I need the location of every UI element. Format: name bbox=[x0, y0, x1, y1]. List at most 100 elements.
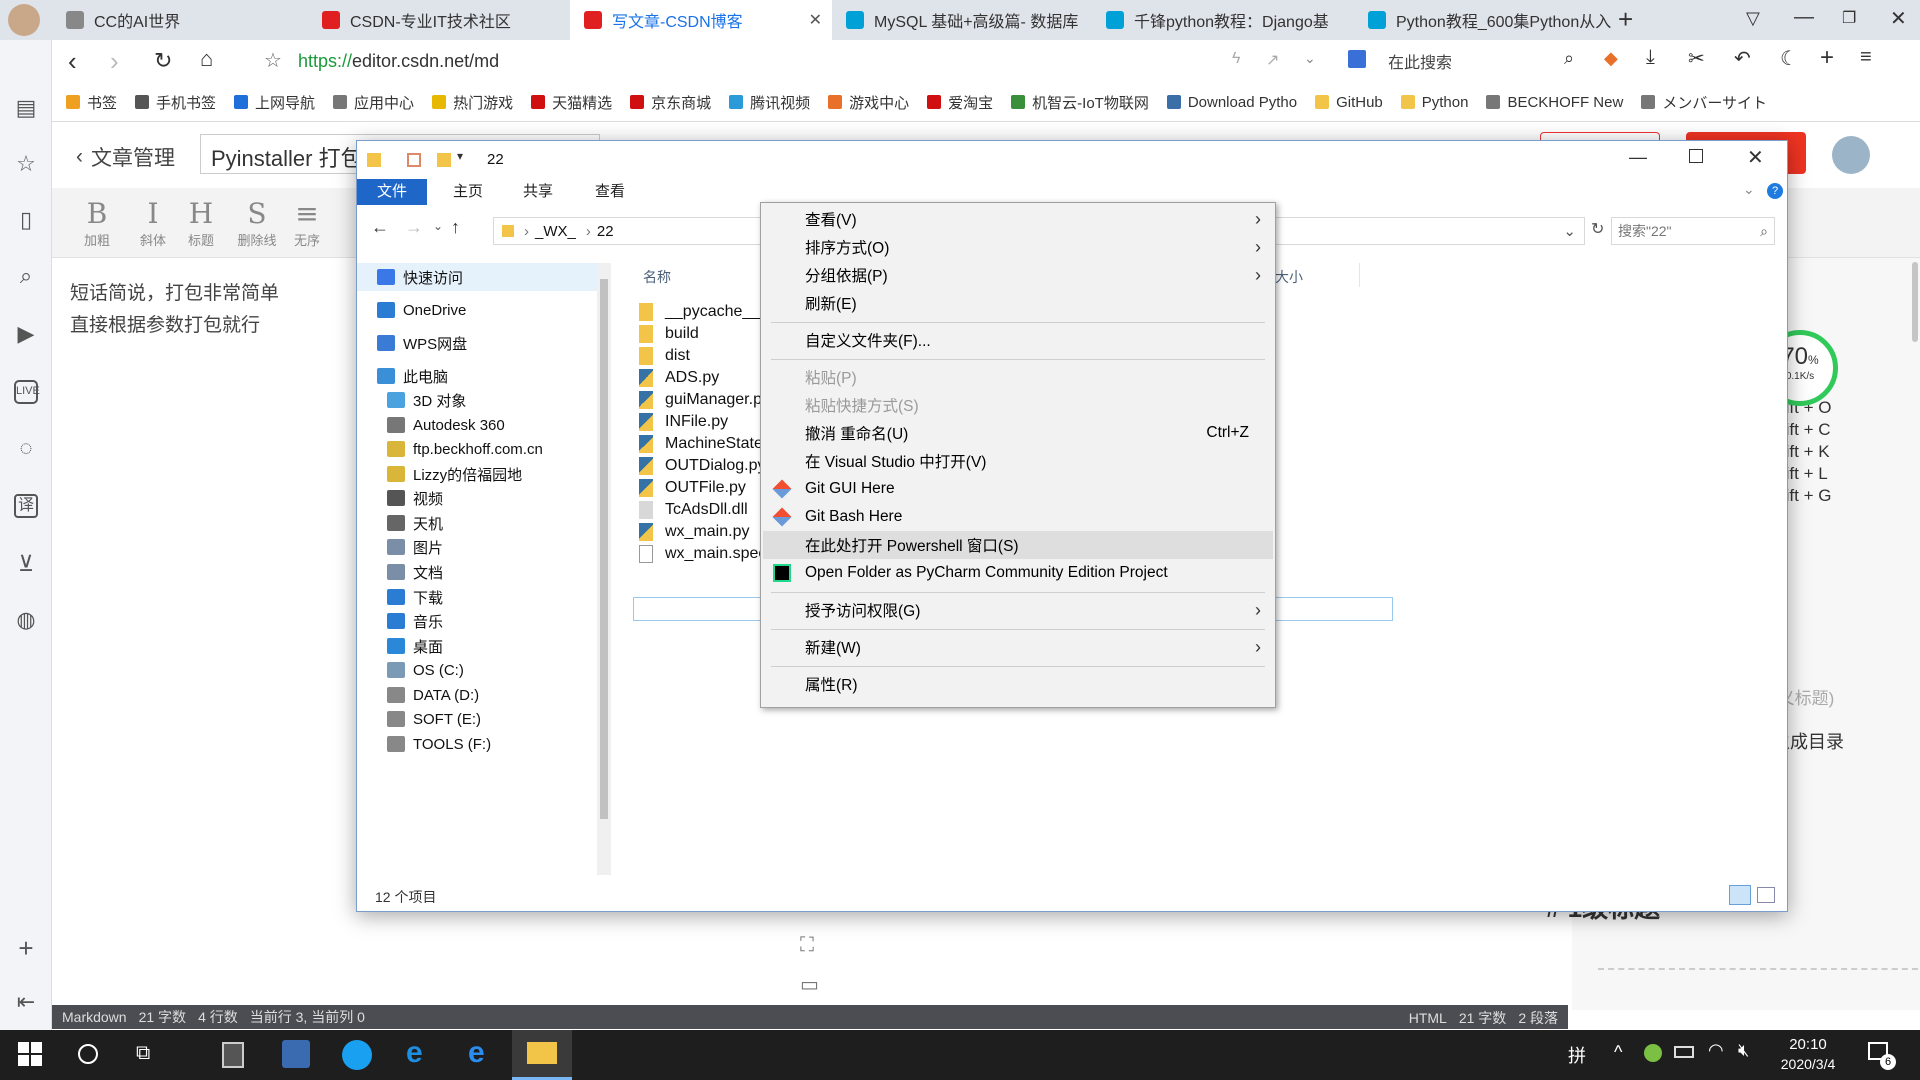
ime-icon[interactable]: 拼 bbox=[1568, 1042, 1586, 1068]
column-header-size[interactable]: 大小 bbox=[1275, 267, 1303, 287]
qq-browser-icon[interactable] bbox=[342, 1040, 372, 1070]
context-menu-item[interactable]: 刷新(E) bbox=[763, 289, 1273, 317]
bookmark-item[interactable]: Download Pytho bbox=[1166, 94, 1297, 111]
moon-icon[interactable]: ☾ bbox=[1780, 46, 1798, 71]
home-icon[interactable]: ⌂ bbox=[200, 46, 213, 72]
context-menu-item[interactable]: 在 Visual Studio 中打开(V) bbox=[763, 447, 1273, 475]
image-tool-icon[interactable]: ▭ bbox=[800, 972, 819, 997]
context-menu-item[interactable]: 新建(W) › bbox=[763, 633, 1273, 661]
column-header-name[interactable]: 名称 bbox=[643, 267, 671, 287]
help-icon[interactable]: ? bbox=[1767, 183, 1783, 199]
web-search-input[interactable]: 在此搜索 bbox=[1388, 49, 1452, 73]
bookmark-item[interactable]: 游戏中心 bbox=[828, 92, 909, 113]
start-icon[interactable] bbox=[18, 1042, 42, 1066]
tray-chevron-icon[interactable]: ^ bbox=[1614, 1042, 1622, 1063]
search-engine-icon[interactable] bbox=[1348, 50, 1366, 68]
context-menu-item[interactable]: Open Folder as PyCharm Community Edition… bbox=[763, 559, 1273, 587]
cortana-icon[interactable] bbox=[78, 1044, 98, 1064]
toolbar-button[interactable]: S 删除线 bbox=[232, 198, 282, 249]
browser-tab[interactable]: CSDN-专业IT技术社区 bbox=[308, 0, 570, 40]
nav-item[interactable]: SOFT (E:) bbox=[357, 705, 597, 733]
shirt-icon[interactable]: ▽ bbox=[1746, 8, 1760, 29]
large-icons-view-icon[interactable] bbox=[1757, 887, 1775, 903]
explorer-search-field[interactable]: 搜索"22" ⌕ bbox=[1611, 217, 1775, 245]
context-menu-item[interactable]: 自定义文件夹(F)... bbox=[763, 326, 1273, 354]
context-menu-item[interactable]: Git Bash Here bbox=[763, 503, 1273, 531]
context-menu-item[interactable]: 粘贴快捷方式(S) bbox=[763, 391, 1273, 419]
back-to-article-management[interactable]: ‹ 文章管理 bbox=[76, 142, 175, 172]
explorer-close-button[interactable]: ✕ bbox=[1747, 145, 1764, 170]
network-app-icon[interactable] bbox=[282, 1040, 310, 1068]
browser-tab[interactable]: CC的AI世界 bbox=[52, 0, 308, 40]
nav-item[interactable]: 音乐 bbox=[357, 607, 597, 635]
wifi-icon[interactable]: ◠ bbox=[1708, 1040, 1724, 1061]
reload-icon[interactable]: ↻ bbox=[154, 48, 172, 74]
explorer-forward-icon[interactable]: → bbox=[405, 217, 423, 238]
nav-scrollbar[interactable] bbox=[597, 263, 611, 875]
bookmark-item[interactable]: Python bbox=[1400, 94, 1468, 111]
quick-access-dropdown-icon[interactable]: ▾ bbox=[457, 149, 463, 163]
bookmark-item[interactable]: 热门游戏 bbox=[432, 92, 513, 113]
star-icon[interactable]: ☆ bbox=[14, 152, 38, 176]
nav-item[interactable]: WPS网盘 bbox=[357, 329, 597, 357]
details-view-icon[interactable] bbox=[1729, 885, 1751, 905]
bookmark-item[interactable]: BECKHOFF New bbox=[1486, 94, 1623, 111]
nav-item[interactable]: ftp.beckhoff.com.cn bbox=[357, 435, 597, 463]
ribbon-tab[interactable]: 共享 bbox=[507, 179, 569, 205]
reader-icon[interactable]: ▤ bbox=[14, 96, 38, 120]
search-icon[interactable]: ⌕ bbox=[14, 264, 38, 288]
context-menu-item[interactable]: 分组依据(P) › bbox=[763, 261, 1273, 289]
task-view-icon[interactable]: ⧉ bbox=[136, 1042, 150, 1065]
tray-app-icon[interactable] bbox=[1644, 1044, 1662, 1062]
close-window-button[interactable]: ✕ bbox=[1890, 6, 1907, 31]
ribbon-expand-icon[interactable]: ⌄ bbox=[1743, 181, 1755, 198]
context-menu-item[interactable]: 撤消 重命名(U) Ctrl+Z bbox=[763, 419, 1273, 447]
profile-avatar[interactable] bbox=[1832, 136, 1870, 174]
browser-tab[interactable]: MySQL 基础+高级篇- 数据库 bbox=[832, 0, 1092, 40]
video-icon[interactable]: ▶ bbox=[14, 322, 38, 346]
collapse-sidebar-icon[interactable]: ⇤ bbox=[14, 990, 38, 1014]
nav-item[interactable]: OS (C:) bbox=[357, 656, 597, 684]
content-line-2[interactable]: 直接根据参数打包就行 bbox=[70, 310, 260, 337]
context-menu-item[interactable]: 属性(R) bbox=[763, 670, 1273, 698]
ie-icon[interactable]: e bbox=[406, 1036, 423, 1070]
download-icon[interactable]: ⤓ bbox=[1646, 46, 1655, 69]
browser-tab[interactable]: 千锋python教程：Django基 bbox=[1092, 0, 1354, 40]
browser-tab[interactable]: Python教程_600集Python从入 bbox=[1354, 0, 1616, 40]
bookmark-item[interactable]: 书签 bbox=[66, 92, 117, 113]
clock-time[interactable]: 20:10 bbox=[1780, 1036, 1836, 1053]
bookmark-item[interactable]: 机智云-IoT物联网 bbox=[1011, 92, 1149, 113]
nav-item[interactable]: 视频 bbox=[357, 484, 597, 512]
translate-icon[interactable]: 译 bbox=[14, 494, 38, 518]
move-tool-icon[interactable]: ⛶ bbox=[800, 934, 814, 957]
up-icon[interactable]: ↑ bbox=[451, 217, 460, 238]
calculator-icon[interactable] bbox=[222, 1042, 244, 1068]
url-field[interactable]: https://editor.csdn.net/md bbox=[298, 48, 918, 74]
add-panel-icon[interactable]: + bbox=[14, 935, 38, 961]
browser-tab[interactable]: 写文章-CSDN博客 ✕ bbox=[570, 0, 832, 40]
live-icon[interactable]: LIVE bbox=[14, 380, 40, 404]
bookmark-item[interactable]: 爱淘宝 bbox=[927, 92, 993, 113]
toolbar-button[interactable]: B 加粗 bbox=[72, 198, 122, 249]
path-segment-wx[interactable]: _WX_ bbox=[535, 223, 576, 240]
context-menu-item[interactable]: 排序方式(O) › bbox=[763, 233, 1273, 261]
toolbar-button[interactable]: I 斜体 bbox=[128, 198, 178, 249]
chat-icon[interactable]: ◌ bbox=[14, 436, 38, 460]
share-icon[interactable]: ↗ bbox=[1266, 50, 1279, 70]
chevron-down-icon[interactable]: ⌄ bbox=[1304, 50, 1316, 67]
back-icon[interactable]: ‹ bbox=[68, 46, 77, 77]
nav-item[interactable]: 图片 bbox=[357, 533, 597, 561]
add-icon[interactable]: + bbox=[1820, 44, 1834, 72]
toolbar-button[interactable]: ≡ 无序 bbox=[282, 198, 332, 249]
restore-button[interactable]: ❐ bbox=[1842, 8, 1856, 28]
search-icon[interactable]: ⌕ bbox=[1564, 48, 1574, 69]
context-menu-item[interactable]: Git GUI Here bbox=[763, 475, 1273, 503]
bookmark-item[interactable]: 上网导航 bbox=[234, 92, 315, 113]
nav-item[interactable]: 文档 bbox=[357, 558, 597, 586]
explorer-back-icon[interactable]: ← bbox=[371, 217, 389, 238]
ribbon-tab[interactable]: 查看 bbox=[579, 179, 641, 205]
favorite-star-icon[interactable]: ☆ bbox=[264, 48, 282, 73]
menu-icon[interactable]: ≡ bbox=[1860, 46, 1872, 69]
book-icon[interactable]: ▯ bbox=[14, 208, 38, 232]
bookmark-item[interactable]: メンバーサイト bbox=[1641, 92, 1767, 113]
